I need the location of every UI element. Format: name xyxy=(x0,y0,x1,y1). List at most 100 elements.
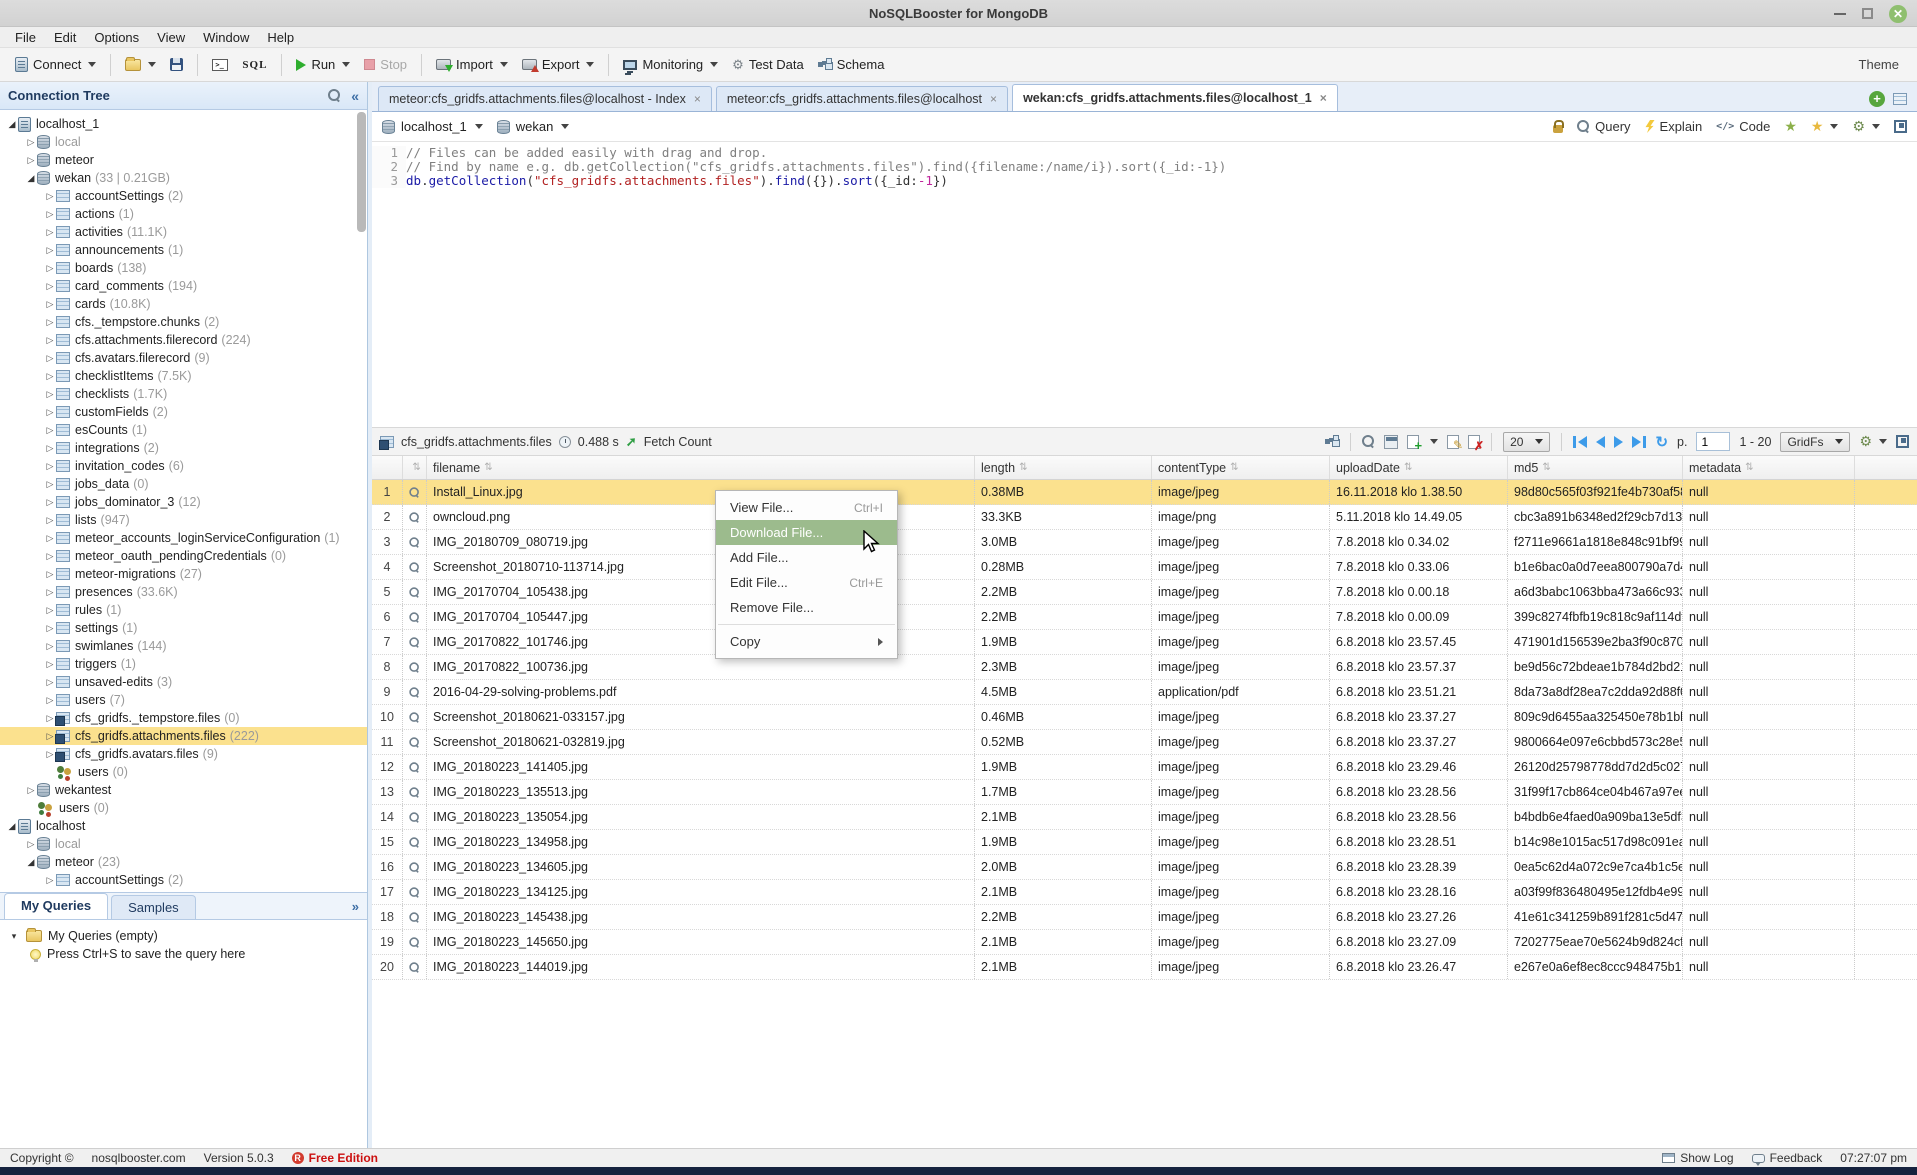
close-tab-icon[interactable]: × xyxy=(694,92,701,106)
explain-button[interactable]: Explain xyxy=(1645,119,1703,134)
tree-item-cfs-gridfs-attachments-files[interactable]: ▷cfs_gridfs.attachments.files(222) xyxy=(0,727,367,745)
tree-item-presences[interactable]: ▷presences(33.6K) xyxy=(0,583,367,601)
row-preview-cell[interactable] xyxy=(403,605,427,629)
tree-item-invitation-codes[interactable]: ▷invitation_codes(6) xyxy=(0,457,367,475)
settings-menu[interactable]: ⚙ xyxy=(1852,118,1880,135)
run-button[interactable]: Run xyxy=(289,53,357,76)
table-row-18[interactable]: 18IMG_20180223_145438.jpg2.2MBimage/jpeg… xyxy=(372,905,1917,930)
favorites-menu[interactable]: ★ xyxy=(1811,118,1839,135)
preview-magnifier-icon[interactable] xyxy=(409,762,419,772)
dropdown-caret-icon[interactable] xyxy=(710,62,718,67)
table-row-6[interactable]: 6IMG_20170704_105447.jpg2.2MBimage/jpeg7… xyxy=(372,605,1917,630)
theme-label[interactable]: Theme xyxy=(1859,57,1909,72)
expander-icon[interactable]: ◢ xyxy=(6,119,18,130)
table-row-15[interactable]: 15IMG_20180223_134958.jpg1.9MBimage/jpeg… xyxy=(372,830,1917,855)
next-page-button[interactable] xyxy=(1614,436,1623,448)
tree-item-users[interactable]: users(0) xyxy=(0,799,367,817)
row-preview-cell[interactable] xyxy=(403,630,427,654)
tree-item-jobs-dominator-3[interactable]: ▷jobs_dominator_3(12) xyxy=(0,493,367,511)
breadcrumb-connection[interactable]: localhost_1 xyxy=(382,119,483,134)
expander-icon[interactable]: ▷ xyxy=(44,353,56,364)
tree-scrollbar[interactable] xyxy=(357,112,366,232)
expander-icon[interactable]: ▷ xyxy=(44,551,56,562)
row-preview-cell[interactable] xyxy=(403,555,427,579)
table-row-20[interactable]: 20IMG_20180223_144019.jpg2.1MBimage/jpeg… xyxy=(372,955,1917,980)
last-page-button[interactable] xyxy=(1632,436,1646,448)
column-header-uploadDate[interactable]: uploadDate⇅ xyxy=(1330,456,1508,479)
tree-item-meteor[interactable]: ◢meteor(23) xyxy=(0,853,367,871)
tree-item-triggers[interactable]: ▷triggers(1) xyxy=(0,655,367,673)
add-document-caret[interactable] xyxy=(1430,439,1438,444)
row-preview-cell[interactable] xyxy=(403,930,427,954)
expander-icon[interactable]: ▷ xyxy=(44,281,56,292)
tree-item-users[interactable]: users(0) xyxy=(0,763,367,781)
code-button[interactable]: </>Code xyxy=(1716,119,1770,134)
delete-document-icon[interactable] xyxy=(1468,435,1480,449)
query-button[interactable]: Query xyxy=(1577,119,1630,134)
tree-item-local[interactable]: ▷local xyxy=(0,835,367,853)
expand-results-icon[interactable] xyxy=(1896,435,1909,448)
expander-icon[interactable]: ▷ xyxy=(44,533,56,544)
import-button[interactable]: Import xyxy=(429,53,515,76)
preview-magnifier-icon[interactable] xyxy=(409,537,419,547)
tree-item-localhost-1[interactable]: ◢localhost_1 xyxy=(0,115,367,133)
row-preview-cell[interactable] xyxy=(403,905,427,929)
tree-item-announcements[interactable]: ▷announcements(1) xyxy=(0,241,367,259)
row-preview-cell[interactable] xyxy=(403,505,427,529)
expander-icon[interactable]: ▷ xyxy=(44,479,56,490)
expander-icon[interactable]: ▷ xyxy=(25,785,37,796)
menu-item-options[interactable]: Options xyxy=(85,28,148,47)
table-row-4[interactable]: 4Screenshot_20180710-113714.jpg0.28MBima… xyxy=(372,555,1917,580)
expander-icon[interactable]: ◢ xyxy=(25,173,37,184)
feedback-button[interactable]: Feedback xyxy=(1752,1151,1823,1165)
menu-item-help[interactable]: Help xyxy=(258,28,303,47)
table-row-11[interactable]: 11Screenshot_20180621-032819.jpg0.52MBim… xyxy=(372,730,1917,755)
context-menu-item-copy[interactable]: Copy xyxy=(716,629,897,654)
row-preview-cell[interactable] xyxy=(403,730,427,754)
menu-item-edit[interactable]: Edit xyxy=(45,28,85,47)
page-number-input[interactable] xyxy=(1696,432,1730,451)
breadcrumb-database[interactable]: wekan xyxy=(497,119,570,134)
expander-icon[interactable]: ▷ xyxy=(44,371,56,382)
tree-item-cfs-avatars-filerecord[interactable]: ▷cfs.avatars.filerecord(9) xyxy=(0,349,367,367)
expander-icon[interactable]: ▷ xyxy=(44,389,56,400)
expander-icon[interactable]: ▷ xyxy=(44,425,56,436)
row-preview-cell[interactable] xyxy=(403,580,427,604)
tree-item-meteor-migrations[interactable]: ▷meteor-migrations(27) xyxy=(0,565,367,583)
close-tab-icon[interactable]: × xyxy=(1320,91,1327,105)
expander-icon[interactable]: ◢ xyxy=(6,821,18,832)
preview-magnifier-icon[interactable] xyxy=(409,587,419,597)
expander-icon[interactable]: ▷ xyxy=(44,875,56,886)
expander-icon[interactable]: ▷ xyxy=(44,623,56,634)
tree-item-checklists[interactable]: ▷checklists(1.7K) xyxy=(0,385,367,403)
tree-item-wekantest[interactable]: ▷wekantest xyxy=(0,781,367,799)
table-row-9[interactable]: 92016-04-29-solving-problems.pdf4.5MBapp… xyxy=(372,680,1917,705)
context-menu-item-edit-file-[interactable]: Edit File...Ctrl+E xyxy=(716,570,897,595)
collapse-sidebar-icon[interactable]: « xyxy=(351,88,359,104)
menu-item-file[interactable]: File xyxy=(6,28,45,47)
expander-icon[interactable]: ▷ xyxy=(44,407,56,418)
row-preview-cell[interactable] xyxy=(403,880,427,904)
column-header-length[interactable]: length⇅ xyxy=(975,456,1152,479)
tree-item-swimlanes[interactable]: ▷swimlanes(144) xyxy=(0,637,367,655)
show-log-button[interactable]: Show Log xyxy=(1662,1151,1733,1165)
row-preview-cell[interactable] xyxy=(403,805,427,829)
table-row-7[interactable]: 7IMG_20170822_101746.jpg1.9MBimage/jpeg6… xyxy=(372,630,1917,655)
tree-item-cfs-gridfs-avatars-files[interactable]: ▷cfs_gridfs.avatars.files(9) xyxy=(0,745,367,763)
table-row-13[interactable]: 13IMG_20180223_135513.jpg1.7MBimage/jpeg… xyxy=(372,780,1917,805)
favorite-add-icon[interactable]: ★ xyxy=(1784,118,1797,135)
expander-icon[interactable]: ▷ xyxy=(44,461,56,472)
table-row-3[interactable]: 3IMG_20180709_080719.jpg3.0MBimage/jpeg7… xyxy=(372,530,1917,555)
export-button[interactable]: Export xyxy=(515,53,602,76)
tree-item-users[interactable]: ▷users(7) xyxy=(0,691,367,709)
tree-item-activities[interactable]: ▷activities(11.1K) xyxy=(0,223,367,241)
expander-icon[interactable]: ▷ xyxy=(44,695,56,706)
tree-item-meteor-accounts-loginserviceconfiguration[interactable]: ▷meteor_accounts_loginServiceConfigurati… xyxy=(0,529,367,547)
expander-icon[interactable]: ▷ xyxy=(44,299,56,310)
preview-magnifier-icon[interactable] xyxy=(409,812,419,822)
monitoring-button[interactable]: Monitoring xyxy=(616,53,725,76)
preview-magnifier-icon[interactable] xyxy=(409,737,419,747)
expander-icon[interactable]: ▷ xyxy=(44,605,56,616)
column-header-contentType[interactable]: contentType⇅ xyxy=(1152,456,1330,479)
expander-icon[interactable]: ▷ xyxy=(44,335,56,346)
